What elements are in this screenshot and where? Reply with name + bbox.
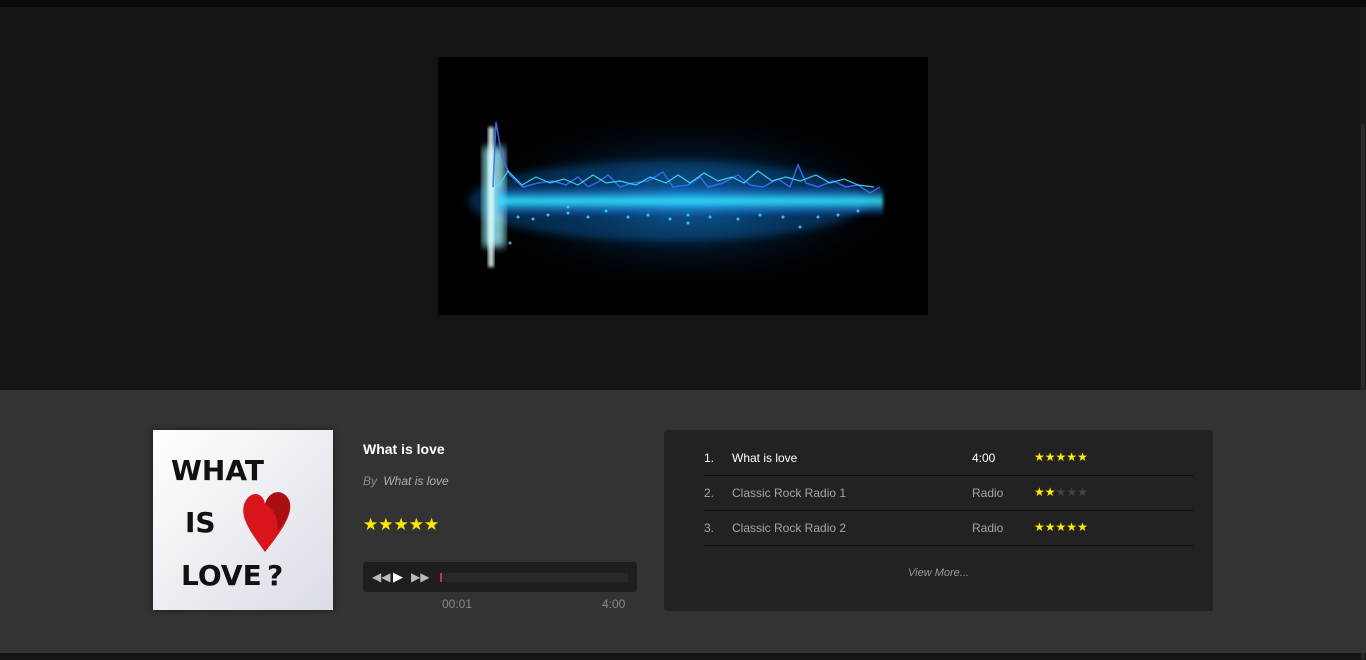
star-icon[interactable]: ★ — [1056, 450, 1067, 464]
audio-visualizer — [438, 57, 928, 315]
star-icon[interactable]: ★ — [1066, 520, 1077, 534]
progress-fill — [440, 573, 442, 582]
star-icon[interactable]: ★ — [1045, 485, 1056, 499]
playlist-item-number: 1. — [704, 451, 715, 465]
star-icon[interactable]: ★ — [1056, 485, 1067, 499]
track-artist[interactable]: What is love — [383, 474, 448, 488]
track-rating[interactable]: ★★★★★ — [363, 515, 439, 535]
star-icon[interactable]: ★ — [1045, 450, 1056, 464]
playlist-item[interactable]: 2. Classic Rock Radio 1 Radio ★★★★★ — [704, 475, 1193, 511]
star-icon[interactable]: ★ — [1066, 485, 1077, 499]
playlist-item[interactable]: 3. Classic Rock Radio 2 Radio ★★★★★ — [704, 510, 1193, 546]
playlist-item-number: 3. — [704, 521, 715, 535]
playlist-item-rating[interactable]: ★★★★★ — [1034, 520, 1088, 534]
star-icon[interactable]: ★ — [1034, 520, 1045, 534]
track-title: What is love — [363, 441, 445, 457]
playlist-item[interactable]: 1. What is love 4:00 ★★★★★ — [704, 440, 1193, 476]
track-artist-line: By What is love — [363, 474, 449, 488]
audio-player: ◀◀ ▶ ▶▶ — [363, 562, 637, 592]
star-icon[interactable]: ★ — [1034, 450, 1045, 464]
playlist-item-name[interactable]: What is love — [732, 451, 797, 465]
cover-text-love: LOVE — [181, 559, 262, 592]
progress-bar[interactable] — [440, 573, 628, 582]
playlist-item-rating[interactable]: ★★★★★ — [1034, 450, 1088, 464]
playlist-panel: 1. What is love 4:00 ★★★★★ 2. Classic Ro… — [664, 430, 1213, 611]
cover-text-is: IS — [185, 506, 216, 539]
playlist-item-length: Radio — [972, 521, 1004, 535]
star-icon[interactable]: ★ — [1034, 485, 1045, 499]
cover-text-question: ? — [267, 559, 283, 592]
top-bar — [0, 0, 1366, 7]
star-icon[interactable]: ★ — [1077, 485, 1088, 499]
album-cover: WHAT IS LOVE ? — [153, 430, 333, 610]
star-icon[interactable]: ★ — [1077, 450, 1088, 464]
fast-forward-icon[interactable]: ▶▶ — [411, 570, 429, 584]
duration: 4:00 — [602, 597, 626, 611]
playlist-item-name[interactable]: Classic Rock Radio 2 — [732, 521, 846, 535]
playlist-item-length: Radio — [972, 486, 1004, 500]
playlist-item-name[interactable]: Classic Rock Radio 1 — [732, 486, 846, 500]
by-label: By — [363, 474, 378, 488]
rewind-icon[interactable]: ◀◀ — [372, 570, 390, 584]
star-icon[interactable]: ★ — [1045, 520, 1056, 534]
star-icon[interactable]: ★ — [1066, 450, 1077, 464]
playlist-item-rating[interactable]: ★★★★★ — [1034, 485, 1088, 499]
cover-text-what: WHAT — [171, 454, 264, 487]
star-icon[interactable]: ★ — [1056, 520, 1067, 534]
star-icon[interactable]: ★ — [1077, 520, 1088, 534]
play-icon[interactable]: ▶ — [393, 569, 403, 585]
playlist-item-length: 4:00 — [972, 451, 996, 465]
view-more-link[interactable]: View More... — [664, 567, 1213, 579]
current-time: 00:01 — [442, 597, 473, 611]
playlist-item-number: 2. — [704, 486, 715, 500]
